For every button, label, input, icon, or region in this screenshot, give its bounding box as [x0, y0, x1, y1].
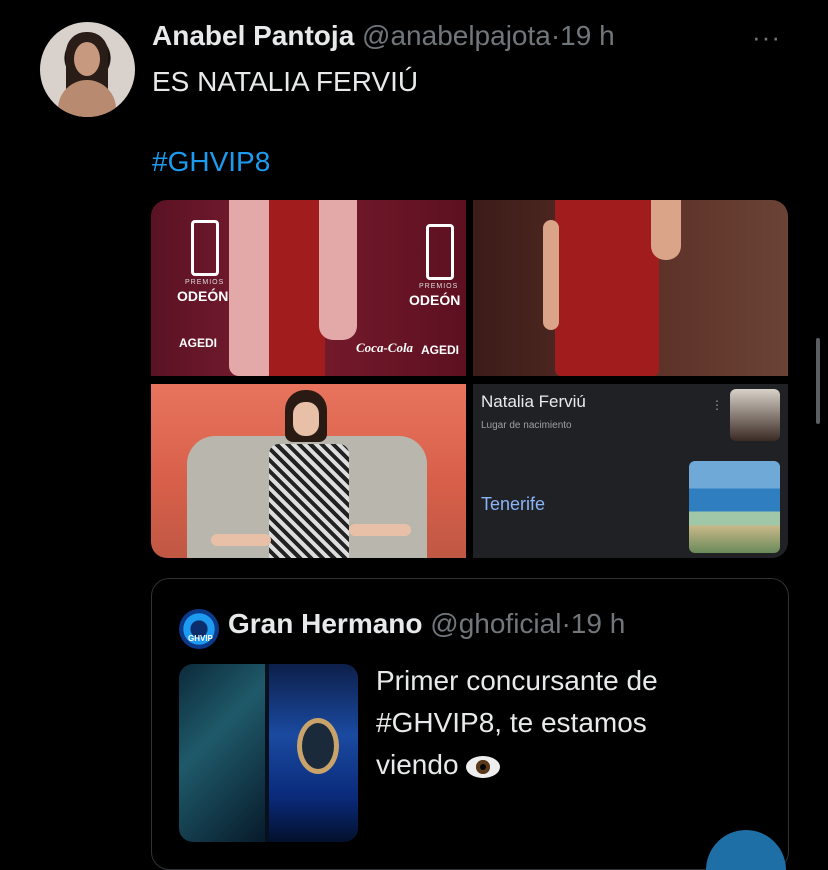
quoted-text: Primer concursante de #GHVIP8, te estamo…	[376, 665, 658, 780]
odeon-logo-icon	[426, 224, 454, 280]
eye-emoji-icon	[466, 755, 501, 778]
quoted-tweet-text: Primer concursante de #GHVIP8, te estamo…	[376, 660, 736, 786]
more-options-icon[interactable]: ···	[752, 22, 781, 53]
media-left-panel	[179, 664, 265, 842]
separator-dot: ·	[561, 608, 571, 639]
agedi-label: AGEDI	[421, 343, 460, 357]
panel-subtitle: Lugar de nacimiento	[481, 420, 572, 431]
media-grid: PREMIOS ODEÓN PREMIOS ODEÓN AGEDI Coca-C…	[151, 200, 788, 558]
arm	[543, 220, 559, 330]
arm	[349, 524, 411, 536]
panel-title: Natalia Ferviú	[481, 392, 586, 411]
face	[293, 402, 319, 436]
author-name[interactable]: Anabel Pantoja	[152, 20, 354, 51]
houndstooth-dress	[269, 444, 349, 558]
premios-label: PREMIOS	[185, 279, 225, 286]
panel-portrait-thumbnail	[730, 389, 780, 441]
odeon-label: ODEÓN	[177, 288, 229, 304]
author-handle[interactable]: @anabelpajota	[362, 20, 551, 51]
scrollbar[interactable]	[816, 338, 820, 424]
quoted-tweet-media	[179, 664, 358, 842]
media-photo-3[interactable]	[151, 384, 466, 558]
media-photo-2[interactable]	[473, 200, 788, 376]
red-dress	[269, 200, 325, 376]
quoted-author-avatar: GHVIP	[179, 609, 219, 649]
quoted-avatar-label: GHVIP	[188, 634, 213, 643]
media-photo-1[interactable]: PREMIOS ODEÓN PREMIOS ODEÓN AGEDI Coca-C…	[151, 200, 466, 376]
quoted-tweet-time: 19 h	[570, 608, 626, 639]
author-avatar[interactable]	[40, 22, 135, 117]
cocacola-label: Coca-Cola	[356, 340, 414, 355]
avatar-face	[74, 42, 100, 76]
quoted-author-name: Gran Hermano	[228, 608, 423, 639]
premios-label: PREMIOS	[419, 283, 459, 290]
panel-place-photo	[689, 461, 780, 553]
panel-place: Tenerife	[481, 494, 546, 514]
odeon-logo-icon	[191, 220, 219, 276]
red-dress	[555, 200, 659, 376]
mirror-icon	[297, 718, 339, 774]
quoted-tweet-header: Gran Hermano @ghoficial·19 h	[228, 608, 625, 640]
media-photo-4[interactable]: Natalia Ferviú Lugar de nacimiento ⋮ Ten…	[473, 384, 788, 558]
separator-dot: ·	[550, 20, 561, 51]
agedi-label: AGEDI	[179, 336, 218, 350]
tweet-time[interactable]: 19 h	[560, 20, 615, 51]
tweet-text: ES NATALIA FERVIÚ	[152, 66, 419, 97]
pink-coat	[319, 200, 357, 340]
arm	[211, 534, 271, 546]
quoted-author-handle: @ghoficial	[430, 608, 562, 639]
panel-more-icon: ⋮	[711, 398, 723, 412]
odeon-label: ODEÓN	[409, 292, 461, 308]
arm	[651, 200, 681, 260]
hashtag-link[interactable]: #GHVIP8	[152, 146, 270, 178]
tweet-header: Anabel Pantoja @anabelpajota·19 h	[152, 20, 615, 52]
